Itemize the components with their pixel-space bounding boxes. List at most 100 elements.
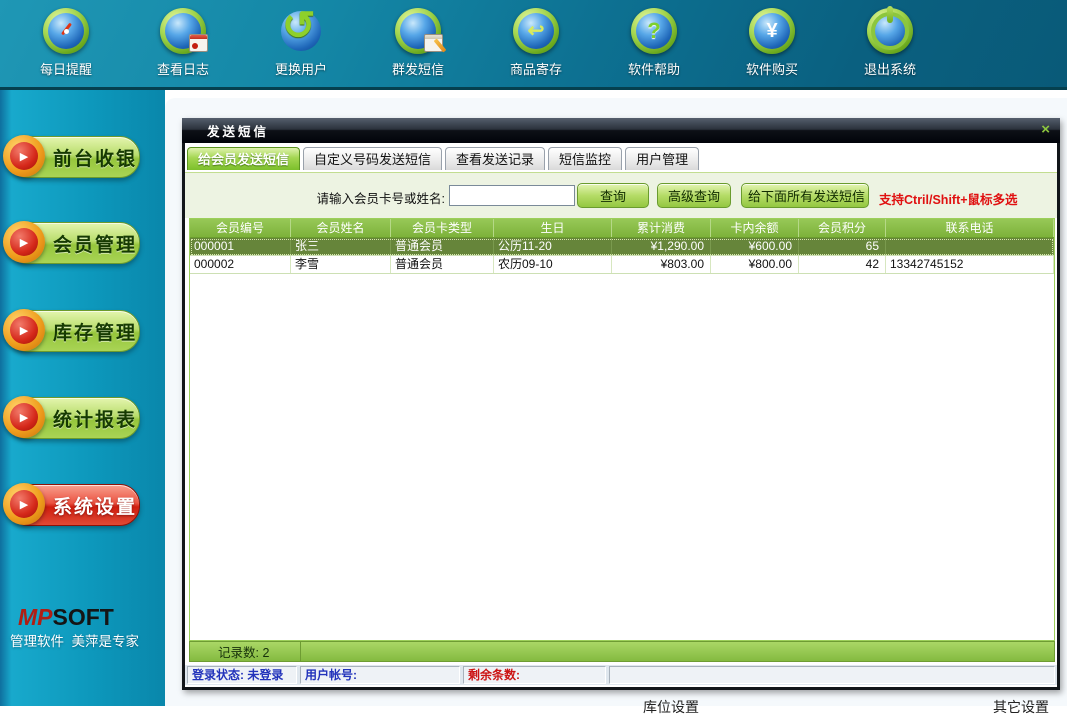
column-header[interactable]: 生日 <box>494 219 612 237</box>
search-label: 请输入会员卡号或姓名: <box>290 188 445 207</box>
play-icon: ▶ <box>3 396 45 438</box>
play-icon: ▶ <box>3 483 45 525</box>
purchase-icon: ¥ <box>749 8 795 54</box>
member-table: 会员编号会员姓名会员卡类型生日累计消费卡内余额会员积分联系电话 000001张三… <box>189 218 1055 641</box>
search-toolbar: 请输入会员卡号或姓名: 查询 高级查询 给下面所有发送短信 支持Ctril/Sh… <box>185 172 1057 218</box>
tab-2[interactable]: 自定义号码发送短信 <box>303 147 442 170</box>
table-cell: 普通会员 <box>391 256 494 273</box>
table-cell: ¥600.00 <box>711 238 799 255</box>
status-bar: 登录状态: 未登录 用户帐号: 剩余条数: <box>185 665 1057 685</box>
topbar-item-label: 每日提醒 <box>40 59 92 78</box>
sidebar-button-5[interactable]: ▶系统设置 <box>8 484 140 526</box>
tab-3[interactable]: 查看发送记录 <box>445 147 545 170</box>
login-status: 登录状态: 未登录 <box>187 666 297 684</box>
record-count-bar: 记录数: 2 <box>189 641 1055 662</box>
query-button[interactable]: 查询 <box>577 183 649 208</box>
topbar-item-label: 软件帮助 <box>628 59 680 78</box>
table-cell: 李雪 <box>291 256 391 273</box>
table-cell: ¥1,290.00 <box>612 238 711 255</box>
column-header[interactable]: 会员姓名 <box>291 219 391 237</box>
bg-label-other-settings: 其它设置 <box>993 697 1049 717</box>
table-cell: 普通会员 <box>391 238 494 255</box>
table-cell: 农历09-10 <box>494 256 612 273</box>
topbar-item-2[interactable]: 查看日志 <box>138 8 228 78</box>
close-icon[interactable]: × <box>1041 121 1050 139</box>
column-header[interactable]: 会员卡类型 <box>391 219 494 237</box>
table-header: 会员编号会员姓名会员卡类型生日累计消费卡内余额会员积分联系电话 <box>190 219 1054 238</box>
column-header[interactable]: 会员积分 <box>799 219 886 237</box>
table-cell: 张三 <box>291 238 391 255</box>
table-cell: ¥803.00 <box>612 256 711 273</box>
column-header[interactable]: 会员编号 <box>190 219 291 237</box>
mpsoft-logo: MPSOFT <box>18 604 114 631</box>
advanced-query-button[interactable]: 高级查询 <box>657 183 731 208</box>
tab-1[interactable]: 给会员发送短信 <box>187 147 300 170</box>
window-content: 给会员发送短信自定义号码发送短信查看发送记录短信监控用户管理 请输入会员卡号或姓… <box>185 143 1057 687</box>
topbar-item-1[interactable]: 每日提醒 <box>21 8 111 78</box>
play-icon: ▶ <box>3 135 45 177</box>
table-cell: 公历11-20 <box>494 238 612 255</box>
user-account: 用户帐号: <box>300 666 460 684</box>
topbar-item-label: 群发短信 <box>392 59 444 78</box>
status-extra <box>609 666 1055 684</box>
search-input[interactable] <box>449 185 575 206</box>
table-row[interactable]: 000002李雪普通会员农历09-10¥803.00¥800.004213342… <box>190 256 1054 274</box>
table-body: 000001张三普通会员公历11-20¥1,290.00¥600.0065000… <box>190 238 1054 274</box>
multiselect-hint: 支持Ctril/Shift+鼠标多选 <box>879 189 1018 208</box>
sidebar: MPSOFT 管理软件 美萍是专家 ▶前台收银▶会员管理▶库存管理▶统计报表▶系… <box>0 90 165 706</box>
topbar-item-label: 软件购买 <box>746 59 798 78</box>
window-titlebar[interactable]: 发送短信 × <box>182 118 1060 143</box>
topbar-item-label: 退出系统 <box>864 59 916 78</box>
topbar-item-8[interactable]: 退出系统 <box>845 8 935 78</box>
table-cell: ¥800.00 <box>711 256 799 273</box>
send-sms-window: 发送短信 × 给会员发送短信自定义号码发送短信查看发送记录短信监控用户管理 请输… <box>182 118 1060 690</box>
sidebar-button-4[interactable]: ▶统计报表 <box>8 397 140 439</box>
switch-user-icon: ↺ <box>278 8 324 54</box>
window-title: 发送短信 <box>207 121 269 140</box>
column-header[interactable]: 卡内余额 <box>711 219 799 237</box>
sidebar-button-label: 库存管理 <box>53 318 137 345</box>
sidebar-button-label: 统计报表 <box>53 405 137 432</box>
table-cell: 42 <box>799 256 886 273</box>
table-cell: 13342745152 <box>886 256 1054 273</box>
sidebar-button-label: 系统设置 <box>53 492 137 519</box>
clock-icon <box>43 8 89 54</box>
record-count-label: 记录数: 2 <box>218 642 269 661</box>
record-bar-divider <box>300 642 301 661</box>
slogan-text: 管理软件 美萍是专家 <box>10 630 139 650</box>
power-icon <box>867 8 913 54</box>
topbar-item-5[interactable]: ↩ 商品寄存 <box>491 8 581 78</box>
sidebar-button-1[interactable]: ▶前台收银 <box>8 136 140 178</box>
column-header[interactable]: 联系电话 <box>886 219 1054 237</box>
help-icon: ? <box>631 8 677 54</box>
topbar-item-4[interactable]: 群发短信 <box>373 8 463 78</box>
remaining-count: 剩余条数: <box>463 666 606 684</box>
view-log-icon <box>160 8 206 54</box>
column-header[interactable]: 累计消费 <box>612 219 711 237</box>
tab-bar: 给会员发送短信自定义号码发送短信查看发送记录短信监控用户管理 <box>185 143 1057 172</box>
sidebar-button-label: 前台收银 <box>53 144 137 171</box>
sidebar-button-label: 会员管理 <box>53 230 137 257</box>
mass-sms-icon <box>395 8 441 54</box>
play-icon: ▶ <box>3 309 45 351</box>
table-cell: 65 <box>799 238 886 255</box>
topbar-item-label: 查看日志 <box>157 59 209 78</box>
top-toolbar: 每日提醒 查看日志 ↺ 更换用户 群发短信 ↩ 商品寄存? 软件帮助 ¥ 软件购买 退出系统 <box>0 0 1067 90</box>
table-cell: 000002 <box>190 256 291 273</box>
topbar-item-6[interactable]: ? 软件帮助 <box>609 8 699 78</box>
table-cell: 000001 <box>190 238 291 255</box>
table-row[interactable]: 000001张三普通会员公历11-20¥1,290.00¥600.0065 <box>190 238 1054 256</box>
topbar-item-label: 商品寄存 <box>510 59 562 78</box>
goods-storage-icon: ↩ <box>513 8 559 54</box>
bg-label-storage-settings: 库位设置 <box>643 697 699 717</box>
tab-5[interactable]: 用户管理 <box>625 147 699 170</box>
play-icon: ▶ <box>3 221 45 263</box>
topbar-item-3[interactable]: ↺ 更换用户 <box>256 8 346 78</box>
topbar-item-label: 更换用户 <box>275 59 327 78</box>
sidebar-button-2[interactable]: ▶会员管理 <box>8 222 140 264</box>
sidebar-button-3[interactable]: ▶库存管理 <box>8 310 140 352</box>
topbar-item-7[interactable]: ¥ 软件购买 <box>727 8 817 78</box>
tab-4[interactable]: 短信监控 <box>548 147 622 170</box>
send-all-button[interactable]: 给下面所有发送短信 <box>741 183 869 208</box>
table-cell <box>886 238 1054 255</box>
